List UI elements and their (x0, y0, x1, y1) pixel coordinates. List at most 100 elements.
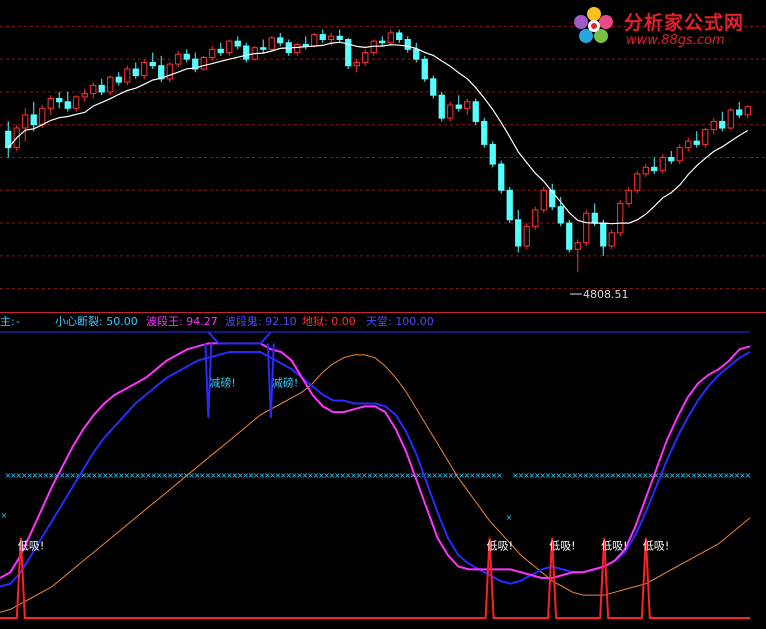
candle-down (557, 206, 564, 224)
candle-up (625, 189, 632, 204)
level-dot: × (744, 471, 751, 480)
sell-label: 减磅! (209, 375, 235, 389)
candle-up (532, 209, 539, 227)
legend-item-fracture: 小心断裂: 50.00 (55, 315, 138, 328)
candle-down (413, 48, 420, 60)
candle-down (64, 101, 71, 109)
candle-up (676, 147, 683, 162)
level-dot: × (506, 513, 513, 522)
candle-down (736, 109, 743, 116)
candle-up (362, 52, 369, 63)
candle-down (98, 84, 105, 93)
legend-main-value: - (16, 315, 20, 328)
candle-down (430, 78, 437, 96)
wave-ghost-line (0, 351, 751, 588)
low-price-annotation: 4808.51 (570, 288, 629, 301)
candle-down (515, 219, 522, 247)
candle-up (583, 212, 590, 244)
candle-down (506, 189, 513, 221)
candle-down (132, 68, 139, 77)
candle-up (353, 61, 360, 67)
flower-icon (574, 7, 613, 43)
candle-down (566, 222, 573, 250)
candle-down (498, 163, 505, 191)
level-dot: × (496, 471, 503, 480)
candle-down (719, 120, 726, 129)
price-grid (0, 25, 766, 290)
moving-average-line (7, 41, 749, 225)
candle-up (200, 57, 207, 70)
low-price-label: 4808.51 (583, 288, 629, 301)
candle-down (260, 47, 267, 50)
candle-up (226, 40, 233, 54)
candle-down (396, 32, 403, 40)
candle-up (685, 140, 692, 149)
candle-up (124, 68, 131, 83)
signal-labels: 低吸! 低吸! 低吸! 低吸! 低吸! 减磅! 减磅! (18, 375, 669, 552)
candle-up (39, 107, 46, 126)
candle-down (438, 94, 445, 119)
candle-down (115, 76, 122, 83)
candle-down (404, 39, 411, 50)
candle-down (277, 37, 284, 44)
candle-down (668, 157, 675, 162)
candle-down (149, 61, 156, 67)
candle-down (56, 98, 63, 103)
legend-item-hell: 地狱: 0.00 (302, 315, 356, 328)
sell-label: 减磅! (272, 375, 298, 389)
candle-up (634, 173, 641, 191)
candle-up (175, 53, 182, 65)
candle-up (294, 43, 301, 54)
candle-down (421, 58, 428, 80)
slow-line (0, 354, 751, 613)
buy-label: 低吸! (487, 539, 513, 552)
candle-up (617, 202, 624, 234)
candle-up (727, 109, 734, 129)
candle-up (107, 76, 114, 93)
legend-main-label: 主: (0, 315, 15, 328)
indicator-legend: 主: - 小心断裂: 50.00 波段王: 94.27 波段鬼: 92.10 地… (0, 314, 766, 330)
candle-down (600, 222, 607, 247)
buy-signal-line (0, 537, 750, 619)
wave-king-line (0, 342, 751, 579)
candle-down (489, 143, 496, 165)
candle-down (158, 65, 165, 80)
candle-down (234, 40, 241, 47)
candle-down (693, 140, 700, 145)
candle-up (73, 96, 80, 109)
candle-up (523, 225, 530, 247)
candlestick-series (5, 29, 751, 273)
candle-up (22, 114, 29, 129)
level-dot: × (1, 511, 8, 520)
buy-label: 低吸! (643, 539, 669, 552)
candle-up (608, 232, 615, 247)
candle-up (166, 63, 173, 80)
fracture-level-dots: ××××××××××××××××××××××××××××××××××××××××… (1, 471, 752, 522)
candle-down (455, 104, 462, 109)
candle-down (183, 53, 190, 60)
legend-item-wave-ghost: 波段鬼: 92.10 (225, 315, 297, 328)
candle-up (464, 101, 471, 109)
legend-item-heaven: 天堂: 100.00 (366, 315, 434, 328)
candle-down (217, 48, 224, 54)
candle-up (540, 189, 547, 211)
candle-up (268, 37, 275, 50)
candle-down (591, 212, 598, 224)
candle-up (387, 32, 394, 44)
candle-up (209, 48, 216, 59)
candle-up (90, 84, 97, 95)
buy-label: 低吸! (549, 539, 575, 552)
candle-down (651, 166, 658, 172)
watermark-url: www.88gs.com (626, 33, 725, 48)
candle-up (574, 242, 581, 250)
candle-up (141, 61, 148, 77)
candle-up (47, 98, 54, 109)
candle-down (243, 45, 250, 60)
candle-up (328, 35, 335, 40)
candle-up (744, 106, 751, 116)
candle-up (659, 157, 666, 172)
buy-label: 低吸! (18, 539, 44, 552)
candle-down (30, 114, 37, 126)
candle-up (81, 93, 88, 98)
watermark-site-name: 分析家公式网 (624, 12, 745, 34)
